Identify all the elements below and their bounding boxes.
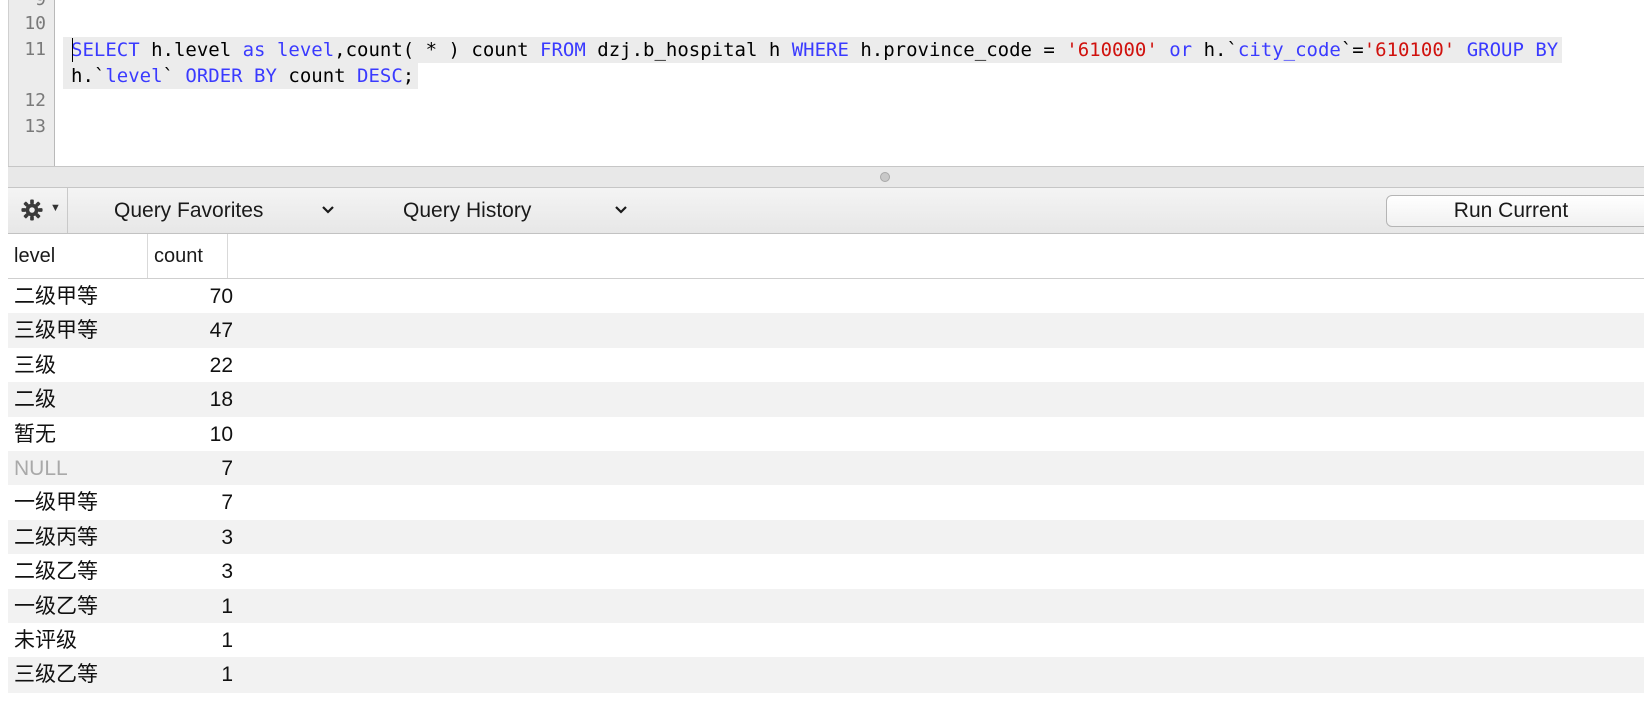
gear-icon	[21, 199, 43, 221]
sql-string: '610100'	[1363, 39, 1456, 61]
cell-count[interactable]: 1	[148, 623, 233, 659]
splitter-handle[interactable]	[880, 172, 890, 182]
table-row[interactable]: 三级乙等 1	[8, 657, 1644, 694]
sql-text: h.`	[1192, 39, 1238, 61]
sql-line-2[interactable]: h.`level` ORDER BY count DESC;	[63, 63, 419, 89]
sql-text: `	[162, 65, 186, 87]
table-row[interactable]: 二级 18	[8, 382, 1644, 419]
cell-count[interactable]: 18	[148, 382, 233, 418]
cell-level[interactable]: 二级乙等	[14, 554, 98, 590]
chevron-down-icon	[322, 206, 334, 214]
sql-text: ,count( * ) count	[334, 39, 541, 61]
cell-count[interactable]: 7	[148, 451, 233, 487]
sql-text: h.`	[71, 65, 106, 87]
column-header-level[interactable]: level	[8, 234, 148, 278]
cell-count[interactable]: 1	[148, 589, 233, 625]
table-row[interactable]: 二级乙等 3	[8, 554, 1644, 591]
line-number: 10	[24, 13, 46, 34]
table-row[interactable]: 二级丙等 3	[8, 519, 1644, 556]
table-row[interactable]: 三级 22	[8, 347, 1644, 384]
sql-line-1[interactable]: SELECT h.level as level,count( * ) count…	[63, 37, 1563, 63]
cell-level[interactable]: 二级	[14, 382, 56, 418]
line-number: 12	[24, 90, 46, 111]
table-row[interactable]: 三级甲等 47	[8, 313, 1644, 350]
sql-keyword: as	[242, 39, 266, 61]
table-row[interactable]: 一级乙等 1	[8, 588, 1644, 625]
cell-level[interactable]: 一级甲等	[14, 485, 98, 521]
cell-level[interactable]: 三级	[14, 348, 56, 384]
gear-menu-button[interactable]: ▼	[10, 188, 68, 233]
sql-keyword: level	[105, 65, 163, 87]
table-row[interactable]: 二级甲等 70	[8, 279, 1644, 315]
sql-text: h.level	[139, 39, 243, 61]
sql-text: dzj.b_hospital h	[585, 39, 792, 61]
sql-string: '610000'	[1066, 39, 1158, 61]
sql-keyword: city_code	[1237, 39, 1341, 61]
sql-text: ;	[402, 65, 415, 87]
sql-keyword: SELECT	[71, 39, 140, 61]
cell-count[interactable]: 47	[148, 313, 233, 349]
line-number-gutter: 9 10 11 12 13	[9, 0, 55, 166]
sql-keyword: GROUP BY	[1466, 39, 1559, 61]
chevron-down-icon	[615, 206, 627, 214]
cell-count[interactable]: 22	[148, 348, 233, 384]
query-history-label: Query History	[403, 199, 532, 222]
code-area[interactable]: SELECT h.level as level,count( * ) count…	[63, 0, 1644, 166]
query-editor[interactable]: 9 10 11 12 13 SELECT h.level as level,co…	[8, 0, 1644, 166]
sql-keyword: ORDER BY	[185, 65, 277, 87]
cell-count[interactable]: 7	[148, 485, 233, 521]
query-history-menu[interactable]: Query History	[403, 188, 643, 233]
table-row[interactable]: 暂无 10	[8, 416, 1644, 453]
cell-level[interactable]: NULL	[14, 451, 68, 487]
line-number: 9	[35, 0, 46, 12]
run-current-button[interactable]: Run Current	[1386, 195, 1644, 227]
table-row[interactable]: 一级甲等 7	[8, 485, 1644, 522]
query-favorites-label: Query Favorites	[114, 199, 264, 222]
cell-count[interactable]: 3	[148, 554, 233, 590]
sql-text: `=	[1340, 39, 1364, 61]
sql-keyword: WHERE	[791, 39, 849, 61]
column-header-count[interactable]: count	[148, 234, 228, 278]
sql-keyword: FROM	[540, 39, 586, 61]
cell-level[interactable]: 暂无	[14, 417, 56, 453]
line-number: 11	[24, 39, 46, 60]
results-table: level count 二级甲等 70 三级甲等 47 三级 22 二级 18 暂无 10 NULL…	[8, 234, 1644, 706]
query-toolbar: ▼ Query Favorites Query History Run Curr…	[8, 188, 1644, 234]
results-header-row: level count	[8, 234, 1644, 279]
table-row[interactable]: 未评级 1	[8, 623, 1644, 659]
cell-level[interactable]: 三级乙等	[14, 657, 98, 693]
sql-keyword: or	[1169, 39, 1193, 61]
query-favorites-menu[interactable]: Query Favorites	[114, 188, 344, 233]
cell-level[interactable]: 三级甲等	[14, 313, 98, 349]
sql-text: count	[276, 65, 358, 87]
cell-level[interactable]: 二级丙等	[14, 520, 98, 556]
editor-results-splitter[interactable]	[8, 166, 1644, 188]
table-row[interactable]: NULL 7	[8, 451, 1644, 487]
cell-count[interactable]: 1	[148, 657, 233, 693]
cell-level[interactable]: 未评级	[14, 623, 77, 659]
text-caret	[72, 38, 73, 62]
cell-count[interactable]: 70	[148, 279, 233, 315]
sql-keyword: DESC	[357, 65, 403, 87]
sql-keyword: level	[276, 39, 335, 61]
cell-level[interactable]: 二级甲等	[14, 279, 98, 315]
sql-text: h.province_code =	[848, 39, 1067, 61]
caret-down-icon: ▼	[50, 202, 61, 214]
cell-count[interactable]: 10	[148, 417, 233, 453]
cell-level[interactable]: 一级乙等	[14, 589, 98, 625]
line-number: 13	[24, 116, 46, 137]
cell-count[interactable]: 3	[148, 520, 233, 556]
